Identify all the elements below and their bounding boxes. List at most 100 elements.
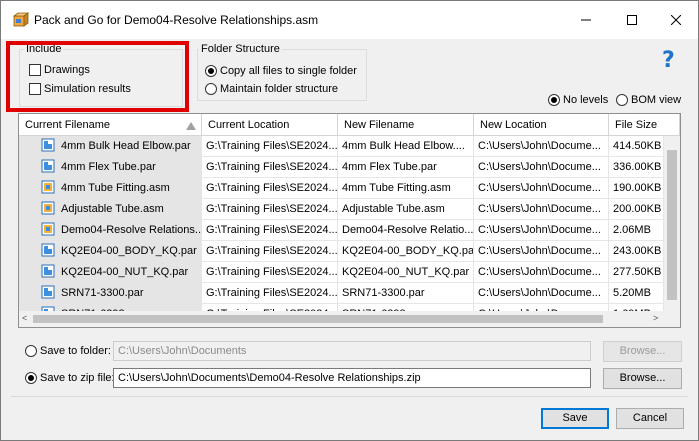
cell-size[interactable]: 190.00KB bbox=[609, 178, 664, 199]
cell-size[interactable]: 414.50KB bbox=[609, 136, 664, 157]
save-to-zip-label[interactable]: Save to zip file: bbox=[40, 372, 115, 384]
maximize-button[interactable] bbox=[609, 1, 655, 39]
table-row[interactable]: 4mm Bulk Head Elbow.par G:\Training Files… bbox=[19, 136, 664, 157]
cell-text: G:\Training Files\SE2024... bbox=[206, 266, 338, 278]
help-icon[interactable]: ? bbox=[662, 48, 675, 73]
cell-newloc[interactable]: C:\Users\John\Docume... bbox=[474, 136, 609, 157]
horizontal-scroll-thumb[interactable] bbox=[33, 315, 603, 323]
cell-size[interactable]: 5.20MB bbox=[609, 283, 664, 304]
vertical-scrollbar[interactable] bbox=[664, 136, 680, 311]
cell-text: KQ2E04-00_BODY_KQ.par bbox=[61, 245, 197, 257]
assembly-file-icon bbox=[41, 180, 55, 194]
cell-newname[interactable]: 4mm Bulk Head Elbow.... bbox=[338, 136, 474, 157]
cell-text: SRN71-3300.par bbox=[342, 287, 425, 299]
bom-view-radio[interactable] bbox=[616, 94, 628, 106]
cell-newname[interactable]: Demo04-Resolve Relatio... bbox=[338, 220, 474, 241]
cell-newloc[interactable]: C:\Users\John\Docume... bbox=[474, 157, 609, 178]
bom-view-label[interactable]: BOM view bbox=[631, 94, 681, 106]
cell-newname[interactable]: Adjustable Tube.asm bbox=[338, 199, 474, 220]
table-row[interactable]: Adjustable Tube.asm G:\Training Files\SE2… bbox=[19, 199, 664, 220]
no-levels-radio[interactable] bbox=[548, 94, 560, 106]
close-button[interactable] bbox=[653, 1, 699, 39]
cell-loc[interactable]: G:\Training Files\SE2024... bbox=[202, 220, 338, 241]
cell-name[interactable]: KQ2E04-00_BODY_KQ.par bbox=[19, 241, 202, 262]
cell-name[interactable]: 4mm Bulk Head Elbow.par bbox=[19, 136, 202, 157]
horizontal-scrollbar[interactable]: < > bbox=[19, 311, 664, 327]
table-row[interactable]: KQ2E04-00_BODY_KQ.par G:\Training Files\S… bbox=[19, 241, 664, 262]
column-header-label: Current Location bbox=[208, 119, 290, 131]
folder-path-field[interactable]: C:\Users\John\Documents bbox=[113, 341, 591, 361]
save-button[interactable]: Save bbox=[541, 408, 609, 429]
cell-newloc[interactable]: C:\Users\John\Docume... bbox=[474, 199, 609, 220]
scroll-right-icon[interactable]: > bbox=[653, 313, 658, 323]
maintain-folder-structure-radio[interactable] bbox=[205, 83, 217, 95]
cell-text: Demo04-Resolve Relations... bbox=[61, 224, 202, 236]
cell-loc[interactable]: G:\Training Files\SE2024... bbox=[202, 157, 338, 178]
scroll-left-icon[interactable]: < bbox=[22, 313, 27, 323]
save-to-folder-radio[interactable] bbox=[25, 345, 37, 357]
column-header-current-filename[interactable]: Current Filename bbox=[19, 114, 202, 136]
copy-single-folder-label[interactable]: Copy all files to single folder bbox=[220, 65, 357, 77]
cell-size[interactable]: 277.50KB bbox=[609, 262, 664, 283]
cell-size[interactable]: 243.00KB bbox=[609, 241, 664, 262]
table-row[interactable]: 4mm Flex Tube.par G:\Training Files\SE202… bbox=[19, 157, 664, 178]
cell-name[interactable]: 4mm Tube Fitting.asm bbox=[19, 178, 202, 199]
no-levels-label[interactable]: No levels bbox=[563, 94, 608, 106]
browse-folder-button[interactable]: Browse... bbox=[603, 341, 682, 362]
cell-newname[interactable]: KQ2E04-00_NUT_KQ.par bbox=[338, 262, 474, 283]
cell-loc[interactable]: G:\Training Files\SE2024... bbox=[202, 178, 338, 199]
cell-size[interactable]: 2.06MB bbox=[609, 220, 664, 241]
cell-newloc[interactable]: C:\Users\John\Docume... bbox=[474, 178, 609, 199]
cell-loc[interactable]: G:\Training Files\SE2024... bbox=[202, 136, 338, 157]
cell-size[interactable]: 200.00KB bbox=[609, 199, 664, 220]
cell-name[interactable]: Demo04-Resolve Relations... bbox=[19, 220, 202, 241]
cell-newname[interactable]: 4mm Tube Fitting.asm bbox=[338, 178, 474, 199]
cell-text: 4mm Bulk Head Elbow.par bbox=[61, 140, 191, 152]
cell-loc[interactable]: G:\Training Files\SE2024... bbox=[202, 199, 338, 220]
cell-loc[interactable]: G:\Training Files\SE2024... bbox=[202, 262, 338, 283]
cell-newloc[interactable]: C:\Users\John\Docume... bbox=[474, 283, 609, 304]
table-row[interactable]: KQ2E04-00_NUT_KQ.par G:\Training Files\SE… bbox=[19, 262, 664, 283]
cell-text: 243.00KB bbox=[613, 245, 662, 257]
title-bar[interactable]: Pack and Go for Demo04-Resolve Relations… bbox=[1, 1, 698, 39]
minimize-button[interactable] bbox=[563, 1, 609, 39]
cell-newloc[interactable]: C:\Users\John\Docume... bbox=[474, 220, 609, 241]
cell-name[interactable]: KQ2E04-00_NUT_KQ.par bbox=[19, 262, 202, 283]
cell-size[interactable]: 336.00KB bbox=[609, 157, 664, 178]
copy-single-folder-radio[interactable] bbox=[205, 65, 217, 77]
save-to-zip-radio[interactable] bbox=[25, 372, 37, 384]
window-title: Pack and Go for Demo04-Resolve Relations… bbox=[34, 13, 319, 27]
cell-name[interactable]: 4mm Flex Tube.par bbox=[19, 157, 202, 178]
cell-text: C:\Users\John\Docume... bbox=[478, 245, 601, 257]
cell-text: G:\Training Files\SE2024... bbox=[206, 245, 338, 257]
maintain-folder-structure-label[interactable]: Maintain folder structure bbox=[220, 83, 338, 95]
cell-loc[interactable]: G:\Training Files\SE2024... bbox=[202, 241, 338, 262]
cell-newloc[interactable]: C:\Users\John\Docume... bbox=[474, 262, 609, 283]
cell-text: C:\Users\John\Docume... bbox=[478, 140, 601, 152]
table-row[interactable]: Demo04-Resolve Relations... G:\Training F… bbox=[19, 220, 664, 241]
column-header-current-location[interactable]: Current Location bbox=[202, 114, 338, 136]
table-row[interactable]: 4mm Tube Fitting.asm G:\Training Files\SE… bbox=[19, 178, 664, 199]
cancel-button[interactable]: Cancel bbox=[616, 408, 684, 429]
table-row[interactable]: SRN71-3300.par G:\Training Files\SE2024..… bbox=[19, 283, 664, 304]
cell-text: G:\Training Files\SE2024... bbox=[206, 287, 338, 299]
cell-newname[interactable]: 4mm Flex Tube.par bbox=[338, 157, 474, 178]
browse-zip-button[interactable]: Browse... bbox=[603, 368, 682, 389]
column-header-new-location[interactable]: New Location bbox=[474, 114, 609, 136]
cell-newname[interactable]: KQ2E04-00_BODY_KQ.par bbox=[338, 241, 474, 262]
cell-newloc[interactable]: C:\Users\John\Docume... bbox=[474, 241, 609, 262]
cell-loc[interactable]: G:\Training Files\SE2024... bbox=[202, 283, 338, 304]
cell-name[interactable]: Adjustable Tube.asm bbox=[19, 199, 202, 220]
vertical-scroll-thumb[interactable] bbox=[667, 150, 677, 300]
cell-newname[interactable]: SRN71-3300.par bbox=[338, 283, 474, 304]
folder-structure-group: Folder Structure Copy all files to singl… bbox=[197, 43, 367, 101]
cell-text: C:\Users\John\Docume... bbox=[478, 287, 601, 299]
column-header-label: New Filename bbox=[344, 119, 415, 131]
column-header-new-filename[interactable]: New Filename bbox=[338, 114, 474, 136]
cell-name[interactable]: SRN71-3300.par bbox=[19, 283, 202, 304]
cell-text: C:\Users\John\Docume... bbox=[478, 203, 601, 215]
cell-text: SRN71-3300.par bbox=[61, 287, 144, 299]
column-header-file-size[interactable]: File Size bbox=[609, 114, 680, 136]
zip-path-field[interactable]: C:\Users\John\Documents\Demo04-Resolve R… bbox=[113, 368, 591, 388]
save-to-folder-label[interactable]: Save to folder: bbox=[40, 345, 111, 357]
